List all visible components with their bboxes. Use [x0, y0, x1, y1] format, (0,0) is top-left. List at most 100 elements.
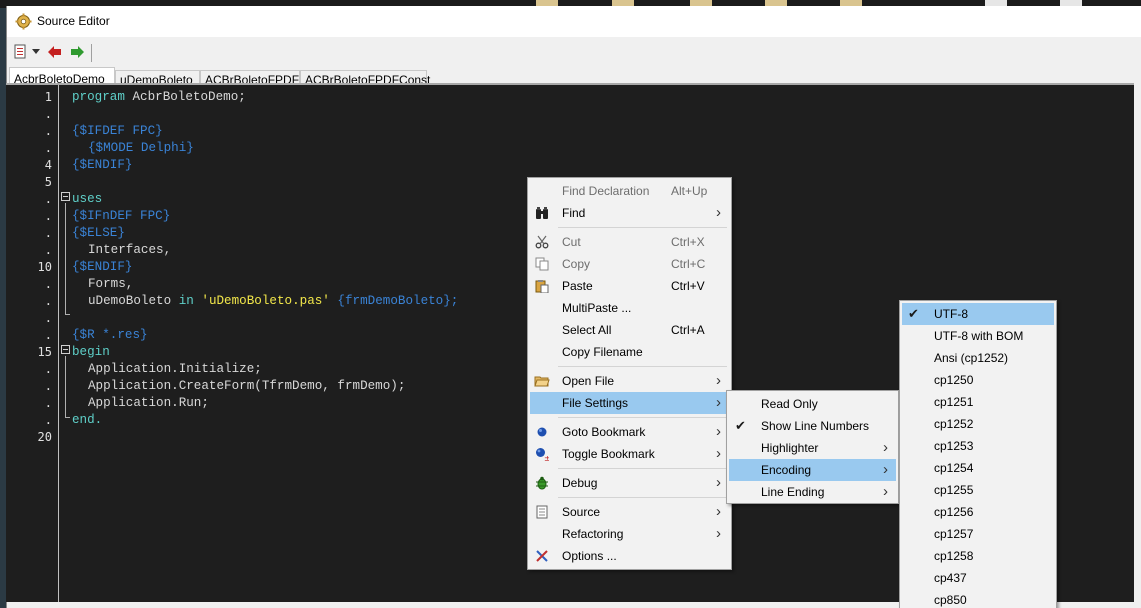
menu-item-label: Toggle Bookmark: [562, 447, 655, 461]
menu-item-cp1252[interactable]: cp1252: [902, 413, 1054, 435]
menu-item-cp1253[interactable]: cp1253: [902, 435, 1054, 457]
line-number: .: [44, 226, 52, 240]
menu-item-label: Refactoring: [562, 527, 624, 541]
menu-item-shortcut: Ctrl+V: [671, 279, 705, 293]
line-number: 4: [44, 158, 52, 172]
scissors-icon: [534, 234, 550, 250]
menu-item-find-declaration[interactable]: Find Declaration Alt+Up: [530, 180, 729, 202]
chevron-right-icon: ›: [883, 461, 888, 478]
menu-item-refactoring[interactable]: Refactoring ›: [530, 523, 729, 545]
chevron-down-icon[interactable]: [31, 44, 41, 60]
chevron-right-icon: ›: [716, 394, 721, 411]
menu-item-label: Options ...: [562, 549, 617, 563]
fold-guide: [65, 417, 70, 418]
menu-item-cp1250[interactable]: cp1250: [902, 369, 1054, 391]
menu-item-label: Source: [562, 505, 601, 519]
forward-arrow-icon[interactable]: [69, 44, 85, 60]
code-string: 'uDemoBoleto.pas': [193, 294, 330, 308]
menu-item-options[interactable]: Options ...: [530, 545, 729, 567]
line-number: .: [44, 192, 52, 206]
toolbar-separator: [91, 44, 92, 62]
code-line: program AcbrBoletoDemo;: [72, 89, 246, 106]
menu-item-encoding[interactable]: Encoding ›: [729, 459, 896, 481]
menu-item-cp1256[interactable]: cp1256: [902, 501, 1054, 523]
menu-item-cp1257[interactable]: cp1257: [902, 523, 1054, 545]
menu-item-cp1255[interactable]: cp1255: [902, 479, 1054, 501]
menu-item-label: Find Declaration: [562, 184, 650, 198]
line-number: .: [44, 243, 52, 257]
menu-item-copy[interactable]: Copy Ctrl+C: [530, 253, 729, 275]
copy-icon: [534, 256, 550, 272]
menu-item-highlighter[interactable]: Highlighter ›: [729, 437, 896, 459]
menu-item-goto-bookmark[interactable]: Goto Bookmark ›: [530, 421, 729, 443]
code-line: {$ENDIF}: [72, 260, 133, 274]
title-bar[interactable]: Source Editor: [7, 6, 1141, 37]
menu-item-read-only[interactable]: Read Only: [729, 393, 896, 415]
menu-item-shortcut: Alt+Up: [671, 184, 708, 198]
bookmark-icon: [534, 424, 550, 440]
code-line: {$IFnDEF FPC}: [72, 209, 171, 223]
chevron-right-icon: ›: [883, 439, 888, 456]
code-line: {$ELSE}: [72, 226, 125, 240]
menu-item-cp1258[interactable]: cp1258: [902, 545, 1054, 567]
line-number: 10: [37, 260, 52, 274]
menu-item-show-line-numbers[interactable]: ✔ Show Line Numbers: [729, 415, 896, 437]
menu-item-label: cp1257: [934, 527, 974, 541]
menu-item-line-ending[interactable]: Line Ending ›: [729, 481, 896, 503]
code-line: {$R *.res}: [72, 328, 148, 342]
menu-item-label: cp1251: [934, 395, 974, 409]
code-text: AcbrBoletoDemo;: [124, 90, 246, 104]
menu-item-label: Paste: [562, 279, 593, 293]
menu-item-cut[interactable]: Cut Ctrl+X: [530, 231, 729, 253]
menu-item-debug[interactable]: Debug ›: [530, 472, 729, 494]
toggle-bookmark-icon: ±: [534, 446, 550, 462]
line-number: .: [44, 277, 52, 291]
menu-item-utf-8[interactable]: ✔ UTF-8: [902, 303, 1054, 325]
fold-guide: [65, 314, 70, 315]
menu-item-label: Goto Bookmark: [562, 425, 646, 439]
toolbar: [7, 37, 1141, 67]
code-line: Interfaces,: [88, 243, 172, 257]
menu-item-label: cp1253: [934, 439, 974, 453]
line-number: .: [44, 209, 52, 223]
menu-item-utf-8-with-bom[interactable]: UTF-8 with BOM: [902, 325, 1054, 347]
menu-item-ansi-cp1252[interactable]: Ansi (cp1252): [902, 347, 1054, 369]
menu-item-label: cp1258: [934, 549, 974, 563]
menu-item-file-settings[interactable]: File Settings ›: [530, 392, 729, 414]
menu-item-cp1254[interactable]: cp1254: [902, 457, 1054, 479]
line-number: 5: [44, 175, 52, 189]
menu-item-label: Encoding: [761, 463, 812, 477]
line-number: .: [44, 311, 52, 325]
menu-item-multipaste[interactable]: MultiPaste ...: [530, 297, 729, 319]
menu-item-toggle-bookmark[interactable]: ± Toggle Bookmark ›: [530, 443, 729, 465]
menu-item-cp1251[interactable]: cp1251: [902, 391, 1054, 413]
fold-toggle-uses[interactable]: [61, 192, 70, 201]
paste-icon: [534, 278, 550, 294]
menu-separator: [558, 227, 727, 228]
menu-item-copy-filename[interactable]: Copy Filename: [530, 341, 729, 363]
menu-item-cp850[interactable]: cp850: [902, 589, 1054, 608]
menu-separator: [558, 366, 727, 367]
menu-item-cp437[interactable]: cp437: [902, 567, 1054, 589]
code-line: uDemoBoleto in 'uDemoBoleto.pas' {frmDem…: [88, 293, 458, 310]
menu-item-label: Cut: [562, 235, 581, 249]
line-number: .: [44, 379, 52, 393]
file-settings-submenu: Read Only ✔ Show Line Numbers Highlighter › E…: [726, 390, 899, 504]
back-arrow-icon[interactable]: [47, 44, 63, 60]
fold-toggle-begin[interactable]: [61, 345, 70, 354]
menu-item-source[interactable]: Source ›: [530, 501, 729, 523]
menu-item-label: cp1255: [934, 483, 974, 497]
chevron-right-icon: ›: [883, 483, 888, 500]
menu-item-paste[interactable]: Paste Ctrl+V: [530, 275, 729, 297]
code-line: Application.CreateForm(TfrmDemo, frmDemo…: [88, 379, 406, 393]
line-number: .: [44, 294, 52, 308]
checkmark-icon: ✔: [735, 418, 746, 433]
menu-item-label: Copy Filename: [562, 345, 643, 359]
document-icon: [534, 504, 550, 520]
menu-item-open-file[interactable]: Open File ›: [530, 370, 729, 392]
list-dropdown-icon[interactable]: [13, 44, 29, 60]
menu-item-shortcut: Ctrl+C: [671, 257, 706, 271]
menu-item-select-all[interactable]: Select All Ctrl+A: [530, 319, 729, 341]
code-line: Application.Initialize;: [88, 362, 262, 376]
menu-item-find[interactable]: Find ›: [530, 202, 729, 224]
